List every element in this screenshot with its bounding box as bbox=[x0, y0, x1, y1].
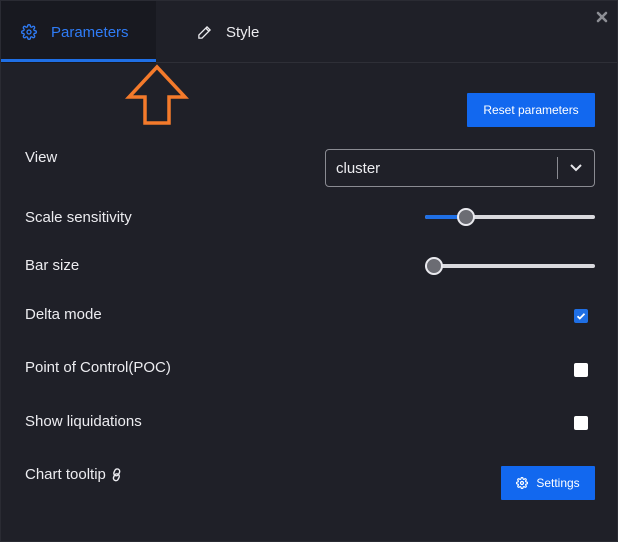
settings-button[interactable]: Settings bbox=[501, 466, 595, 500]
gear-icon bbox=[21, 24, 37, 40]
parameters-panel: Parameters Style Reset parameters View c… bbox=[0, 0, 618, 542]
view-select-value: cluster bbox=[336, 159, 381, 177]
show-liquidations-label: Show liquidations bbox=[25, 413, 142, 430]
tab-style[interactable]: Style bbox=[197, 1, 317, 63]
reset-parameters-button[interactable]: Reset parameters bbox=[467, 93, 595, 127]
chevron-down-icon bbox=[558, 164, 594, 172]
link-icon[interactable] bbox=[111, 467, 123, 482]
chart-tooltip-label: Chart tooltip bbox=[25, 466, 106, 483]
delta-mode-label: Delta mode bbox=[25, 306, 102, 323]
view-select[interactable]: cluster bbox=[325, 149, 595, 187]
slider-thumb[interactable] bbox=[425, 257, 443, 275]
pencil-icon bbox=[197, 25, 212, 40]
active-tab-indicator bbox=[1, 59, 156, 62]
scale-sensitivity-label: Scale sensitivity bbox=[25, 209, 132, 226]
show-liquidations-checkbox[interactable] bbox=[574, 416, 588, 430]
bar-size-label: Bar size bbox=[25, 257, 80, 274]
tab-bar: Parameters Style bbox=[1, 1, 617, 63]
close-icon[interactable] bbox=[595, 10, 609, 24]
settings-button-label: Settings bbox=[536, 476, 580, 490]
tab-style-label: Style bbox=[226, 23, 260, 41]
view-label: View bbox=[25, 149, 58, 166]
annotation-arrow-icon bbox=[125, 64, 189, 125]
tab-parameters-label: Parameters bbox=[51, 23, 129, 41]
bar-size-slider[interactable] bbox=[425, 256, 595, 276]
chart-tooltip-row: Chart tooltip bbox=[25, 466, 123, 483]
slider-track bbox=[425, 264, 595, 268]
poc-label: Point of Control(POC) bbox=[25, 359, 171, 376]
tab-parameters[interactable]: Parameters bbox=[1, 1, 156, 63]
slider-thumb[interactable] bbox=[456, 208, 475, 226]
poc-checkbox[interactable] bbox=[574, 363, 588, 377]
gear-icon bbox=[516, 477, 529, 489]
delta-mode-checkbox[interactable] bbox=[574, 309, 588, 323]
checkmark-icon bbox=[576, 313, 586, 320]
scale-sensitivity-slider[interactable] bbox=[425, 207, 595, 227]
